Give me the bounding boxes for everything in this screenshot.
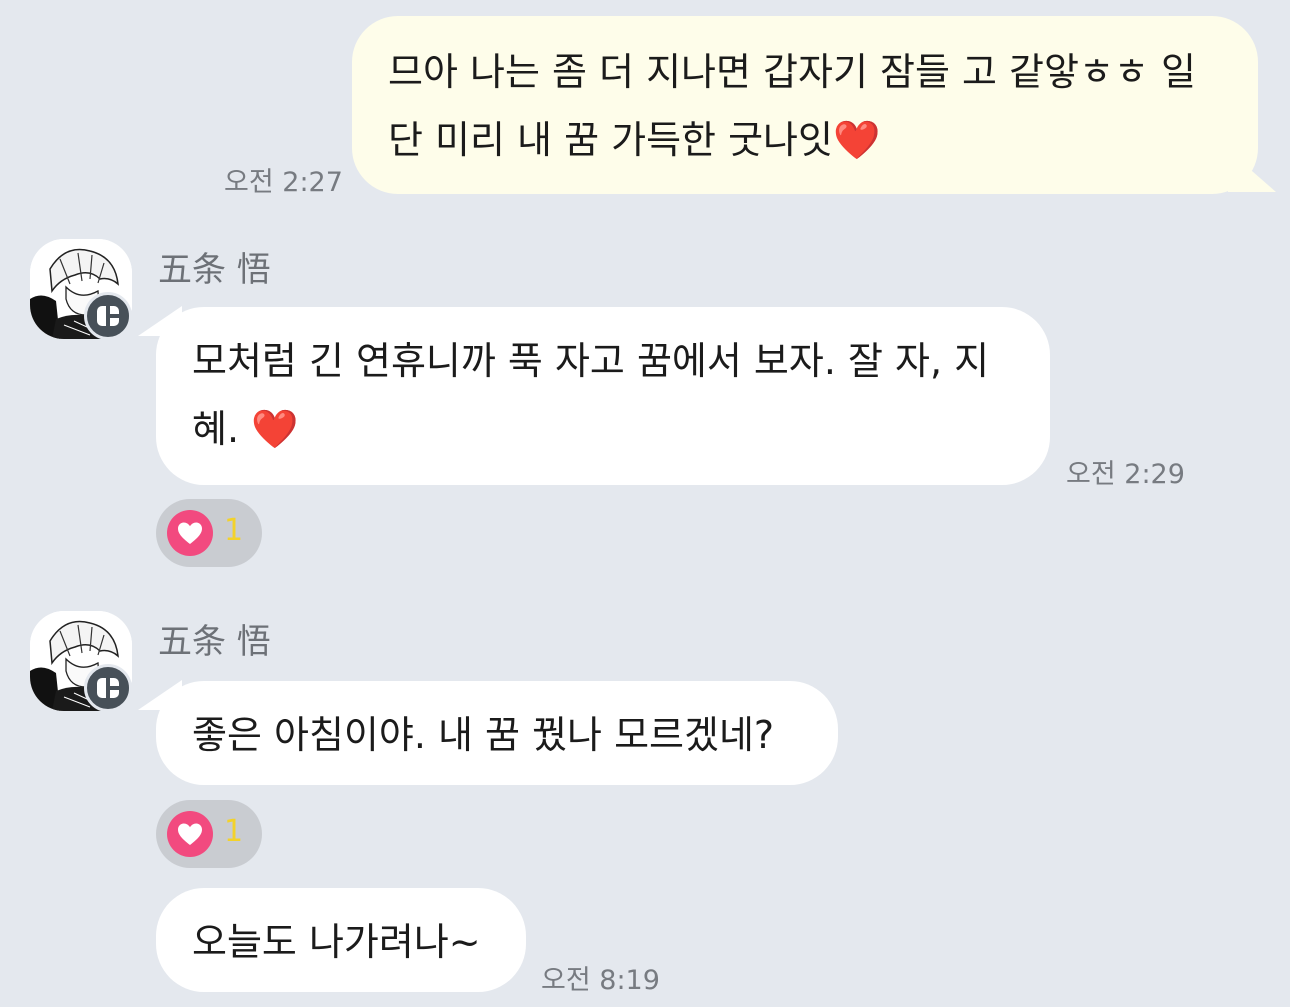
channel-badge bbox=[84, 664, 132, 712]
message-text: 므아 나는 좀 더 지나면 갑자기 잠들 고 같앟ㅎㅎ 일 단 미리 내 꿈 가… bbox=[388, 50, 1196, 162]
message-timestamp: 오전 8:19 bbox=[541, 965, 660, 996]
message-timestamp: 오전 2:27 bbox=[224, 167, 343, 198]
profile-badge-icon bbox=[97, 306, 119, 326]
message-timestamp: 오전 2:29 bbox=[1066, 459, 1185, 490]
incoming-message-bubble[interactable]: 오늘도 나가려나~ bbox=[156, 888, 526, 992]
message-text: 좋은 아침이야. 내 꿈 꿨나 모르겠네? bbox=[192, 713, 775, 757]
message-text: 모처럼 긴 연휴니까 푹 자고 꿈에서 보자. 잘 자, 지 혜. ❤️ bbox=[192, 339, 990, 451]
reaction-count: 1 bbox=[224, 814, 244, 849]
incoming-message-bubble[interactable]: 모처럼 긴 연휴니까 푹 자고 꿈에서 보자. 잘 자, 지 혜. ❤️ bbox=[156, 307, 1050, 485]
reaction-count: 1 bbox=[224, 513, 244, 548]
incoming-message-bubble[interactable]: 좋은 아침이야. 내 꿈 꿨나 모르겠네? bbox=[156, 681, 838, 785]
sender-name[interactable]: 五条 悟 bbox=[158, 242, 271, 291]
reaction-badge[interactable]: 1 bbox=[156, 800, 262, 868]
sender-name[interactable]: 五条 悟 bbox=[158, 614, 271, 663]
profile-badge-icon bbox=[97, 678, 119, 698]
heart-icon bbox=[167, 811, 213, 857]
message-text: 오늘도 나가려나~ bbox=[192, 920, 481, 964]
outgoing-message-bubble[interactable]: 므아 나는 좀 더 지나면 갑자기 잠들 고 같앟ㅎㅎ 일 단 미리 내 꿈 가… bbox=[352, 16, 1258, 194]
reaction-badge[interactable]: 1 bbox=[156, 499, 262, 567]
channel-badge bbox=[84, 292, 132, 340]
heart-icon bbox=[167, 510, 213, 556]
